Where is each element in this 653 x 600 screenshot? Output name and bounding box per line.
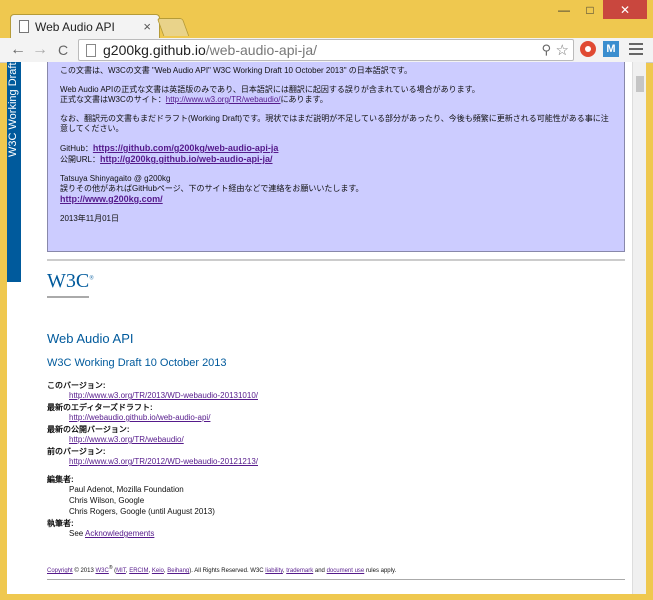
keio-link[interactable]: Keio	[152, 568, 164, 574]
browser-toolbar: ← → C g200kg.github.io/web-audio-api-ja/…	[0, 38, 653, 63]
public-url-link[interactable]: http://g200kg.github.io/web-audio-api-ja…	[100, 154, 273, 164]
back-arrow-icon[interactable]: ←	[8, 41, 28, 59]
scrollbar-thumb[interactable]	[636, 76, 644, 92]
editors-draft-label: 最新のエディターズドラフト:	[47, 403, 153, 412]
this-version-link[interactable]: http://www.w3.org/TR/2013/WD-webaudio-20…	[69, 391, 258, 400]
w3c-logo[interactable]: W3C®	[47, 270, 94, 298]
previous-version-link[interactable]: http://www.w3.org/TR/2012/WD-webaudio-20…	[69, 457, 258, 466]
page-subtitle: W3C Working Draft 10 October 2013	[47, 357, 227, 369]
new-tab-button[interactable]	[156, 18, 190, 36]
menu-icon[interactable]	[629, 43, 643, 58]
trademark-link[interactable]: trademark	[286, 568, 313, 574]
divider	[47, 579, 625, 580]
vertical-scrollbar[interactable]	[632, 62, 646, 594]
ercim-link[interactable]: ERCIM	[129, 568, 148, 574]
this-version-label: このバージョン:	[47, 381, 106, 390]
search-icon[interactable]: ⚲	[541, 42, 551, 58]
bookmark-star-icon[interactable]: ☆	[556, 41, 569, 59]
editor-item: Chris Wilson, Google	[69, 496, 145, 505]
page-viewport: W3C Working Draft この文書は、W3Cの文書 "Web Audi…	[7, 62, 646, 594]
latest-version-link[interactable]: http://www.w3.org/TR/webaudio/	[69, 435, 184, 444]
editors-label: 編集者:	[47, 475, 74, 484]
title-bar: Web Audio API × — □ ✕	[0, 0, 653, 38]
url-text[interactable]: g200kg.github.io/web-audio-api-ja/	[103, 42, 317, 58]
notice-date: 2013年11月01日	[60, 214, 119, 223]
beihang-link[interactable]: Beihang	[167, 568, 189, 574]
previous-version-label: 前のバージョン:	[47, 447, 106, 456]
tab-title: Web Audio API	[35, 20, 115, 34]
close-window-button[interactable]: ✕	[603, 0, 647, 19]
page-icon	[19, 20, 29, 33]
liability-link[interactable]: liability	[265, 568, 283, 574]
w3c-link[interactable]: W3C	[95, 568, 108, 574]
translation-notice: この文書は、W3Cの文書 "Web Audio API" W3C Working…	[47, 62, 625, 252]
notice-links: GitHub：https://github.com/g200kg/web-aud…	[60, 143, 279, 164]
notice-official: Web Audio APIの正式な文書は英語版のみであり、日本語訳には翻訳に起因…	[60, 85, 480, 104]
github-link[interactable]: https://github.com/g200kg/web-audio-api-…	[93, 143, 279, 153]
document-metadata: このバージョン: http://www.w3.org/TR/2013/WD-we…	[47, 380, 607, 540]
ribbon-label: W3C Working Draft	[7, 62, 19, 157]
page-title: Web Audio API	[47, 331, 134, 346]
reload-icon[interactable]: C	[53, 41, 73, 59]
minimize-button[interactable]: —	[551, 0, 577, 19]
document-use-link[interactable]: document use	[327, 568, 365, 574]
page-icon	[86, 44, 96, 57]
editors-draft-link[interactable]: http://webaudio.github.io/web-audio-api/	[69, 413, 210, 422]
mit-link[interactable]: MIT	[116, 568, 126, 574]
browser-window: Web Audio API × — □ ✕ ← → C g200kg.githu…	[0, 0, 653, 600]
editor-item: Paul Adenot, Mozilla Foundation	[69, 485, 184, 494]
divider	[47, 259, 625, 261]
maximize-button[interactable]: □	[577, 0, 603, 19]
acknowledgements-link[interactable]: Acknowledgements	[85, 529, 154, 538]
notice-intro: この文書は、W3Cの文書 "Web Audio API" W3C Working…	[60, 66, 412, 75]
forward-arrow-icon[interactable]: →	[30, 41, 50, 59]
extension-m-icon[interactable]: M	[603, 41, 619, 57]
latest-version-label: 最新の公開バージョン:	[47, 425, 130, 434]
site-link[interactable]: http://www.g200kg.com/	[60, 194, 163, 204]
extension-icon[interactable]	[580, 41, 596, 57]
address-bar[interactable]: g200kg.github.io/web-audio-api-ja/ ⚲ ☆	[78, 39, 574, 61]
window-controls: — □ ✕	[551, 0, 647, 20]
notice-author: Tatsuya Shinyagaito @ g200kg 誤りその他があればGit…	[60, 174, 364, 204]
w3c-ribbon[interactable]: W3C Working Draft	[7, 62, 21, 282]
official-link[interactable]: http://www.w3.org/TR/webaudio/	[166, 95, 281, 104]
authors-label: 執筆者:	[47, 519, 74, 528]
copyright-link[interactable]: Copyright	[47, 568, 73, 574]
copyright-line: Copyright © 2013 W3C® (MIT, ERCIM, Keio,…	[47, 565, 397, 574]
notice-draft: なお、翻訳元の文書もまだドラフト(Working Draft)です。現状ではまだ…	[60, 114, 609, 133]
editor-item: Chris Rogers, Google (until August 2013)	[69, 507, 215, 516]
tab-close-icon[interactable]: ×	[143, 19, 151, 34]
tab-web-audio-api[interactable]: Web Audio API ×	[10, 14, 160, 38]
